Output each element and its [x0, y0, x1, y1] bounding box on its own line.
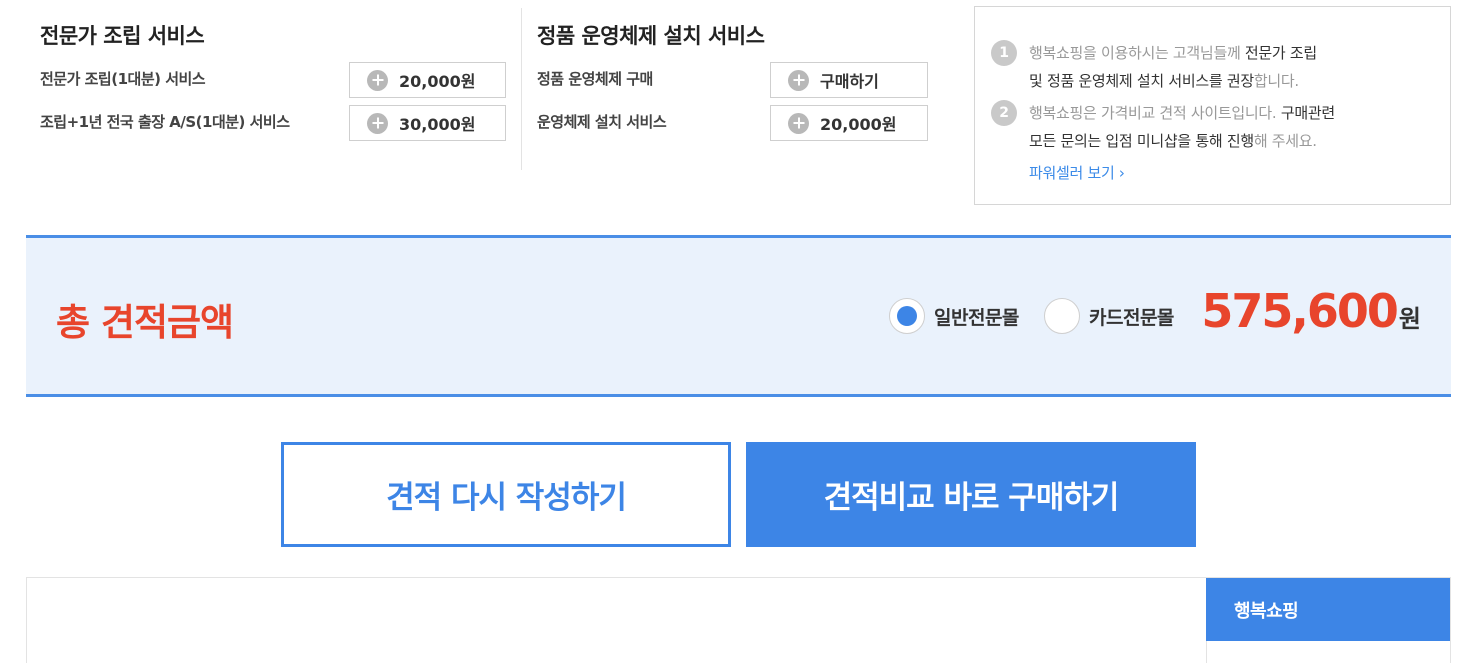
- radio-card-mall-label: 카드전문몰: [1089, 306, 1174, 329]
- total-amount-unit: 원: [1398, 305, 1421, 333]
- radio-general-mall-label: 일반전문몰: [934, 306, 1019, 329]
- assembly-service-title: 전문가 조립 서비스: [40, 24, 205, 48]
- assembly-row-basic: 전문가 조립(1대분) 서비스 20,000원: [40, 62, 510, 98]
- assembly-basic-price: 20,000원: [399, 72, 476, 91]
- info-item-1-text: 행복쇼핑을 이용하시는 고객님들께 전문가 조립 및 정품 운영체제 설치 서비…: [1029, 39, 1429, 95]
- info-2-line1-b: 구매관련: [1280, 104, 1335, 122]
- shop-column-divider: [1206, 641, 1450, 663]
- os-install-price: 20,000원: [820, 115, 897, 134]
- assembly-as-label: 조립+1년 전국 출장 A/S(1대분) 서비스: [40, 113, 290, 131]
- total-amount: 575,600 원: [1201, 284, 1421, 338]
- os-install-add-button[interactable]: 20,000원: [770, 105, 928, 141]
- assembly-basic-label: 전문가 조립(1대분) 서비스: [40, 70, 206, 88]
- os-purchase-button[interactable]: 구매하기: [770, 62, 928, 98]
- info-2-line2-b: 해 주세요.: [1253, 132, 1317, 150]
- radio-general-mall[interactable]: 일반전문몰: [889, 298, 1019, 334]
- os-row-purchase: 정품 운영체제 구매 구매하기: [537, 62, 937, 98]
- total-amount-value: 575,600: [1201, 284, 1399, 338]
- info-1-line1-b: 전문가 조립: [1244, 44, 1317, 62]
- info-1-line2-a: 및 정품 운영체제 설치 서비스를 권장: [1029, 72, 1254, 90]
- os-service-title: 정품 운영체제 설치 서비스: [537, 24, 765, 48]
- info-item-2-text: 행복쇼핑은 가격비교 견적 사이트입니다. 구매관련 모든 문의는 입점 미니샵…: [1029, 99, 1429, 155]
- total-estimate-bar: 총 견적금액 일반전문몰 카드전문몰 575,600 원: [26, 235, 1451, 397]
- radio-unchecked-icon[interactable]: [1044, 298, 1080, 334]
- number-badge-1: 1: [991, 40, 1017, 66]
- number-badge-2: 2: [991, 100, 1017, 126]
- plus-icon: [367, 69, 388, 91]
- assembly-basic-add-button[interactable]: 20,000원: [349, 62, 506, 98]
- os-install-label: 운영체제 설치 서비스: [537, 113, 667, 131]
- buy-now-button[interactable]: 견적비교 바로 구매하기: [746, 442, 1196, 547]
- assembly-row-as: 조립+1년 전국 출장 A/S(1대분) 서비스 30,000원: [40, 105, 510, 141]
- info-2-line2-a: 모든 문의는 입점 미니샵을 통해 진행: [1029, 132, 1254, 150]
- radio-card-mall[interactable]: 카드전문몰: [1044, 298, 1174, 334]
- shop-list-panel: 행복쇼핑: [26, 577, 1451, 663]
- info-notice-box: 1 행복쇼핑을 이용하시는 고객님들께 전문가 조립 및 정품 운영체제 설치 …: [974, 6, 1451, 205]
- power-seller-link[interactable]: 파워셀러 보기 ›: [1029, 162, 1125, 183]
- info-2-line1-a: 행복쇼핑은 가격비교 견적 사이트입니다.: [1029, 104, 1281, 122]
- plus-icon: [788, 69, 809, 91]
- section-divider: [521, 8, 522, 170]
- info-1-line1-a: 행복쇼핑을 이용하시는 고객님들께: [1029, 44, 1245, 62]
- rewrite-estimate-button[interactable]: 견적 다시 작성하기: [281, 442, 731, 547]
- assembly-as-price: 30,000원: [399, 115, 476, 134]
- os-purchase-label: 정품 운영체제 구매: [537, 70, 653, 88]
- info-1-line2-b: 합니다.: [1253, 72, 1299, 90]
- assembly-as-add-button[interactable]: 30,000원: [349, 105, 506, 141]
- total-estimate-title: 총 견적금액: [56, 301, 234, 344]
- plus-icon: [788, 112, 809, 134]
- shop-tab-happy-shopping[interactable]: 행복쇼핑: [1206, 578, 1450, 641]
- os-purchase-text: 구매하기: [820, 72, 879, 91]
- os-row-install: 운영체제 설치 서비스 20,000원: [537, 105, 937, 141]
- radio-checked-icon[interactable]: [889, 298, 925, 334]
- plus-icon: [367, 112, 388, 134]
